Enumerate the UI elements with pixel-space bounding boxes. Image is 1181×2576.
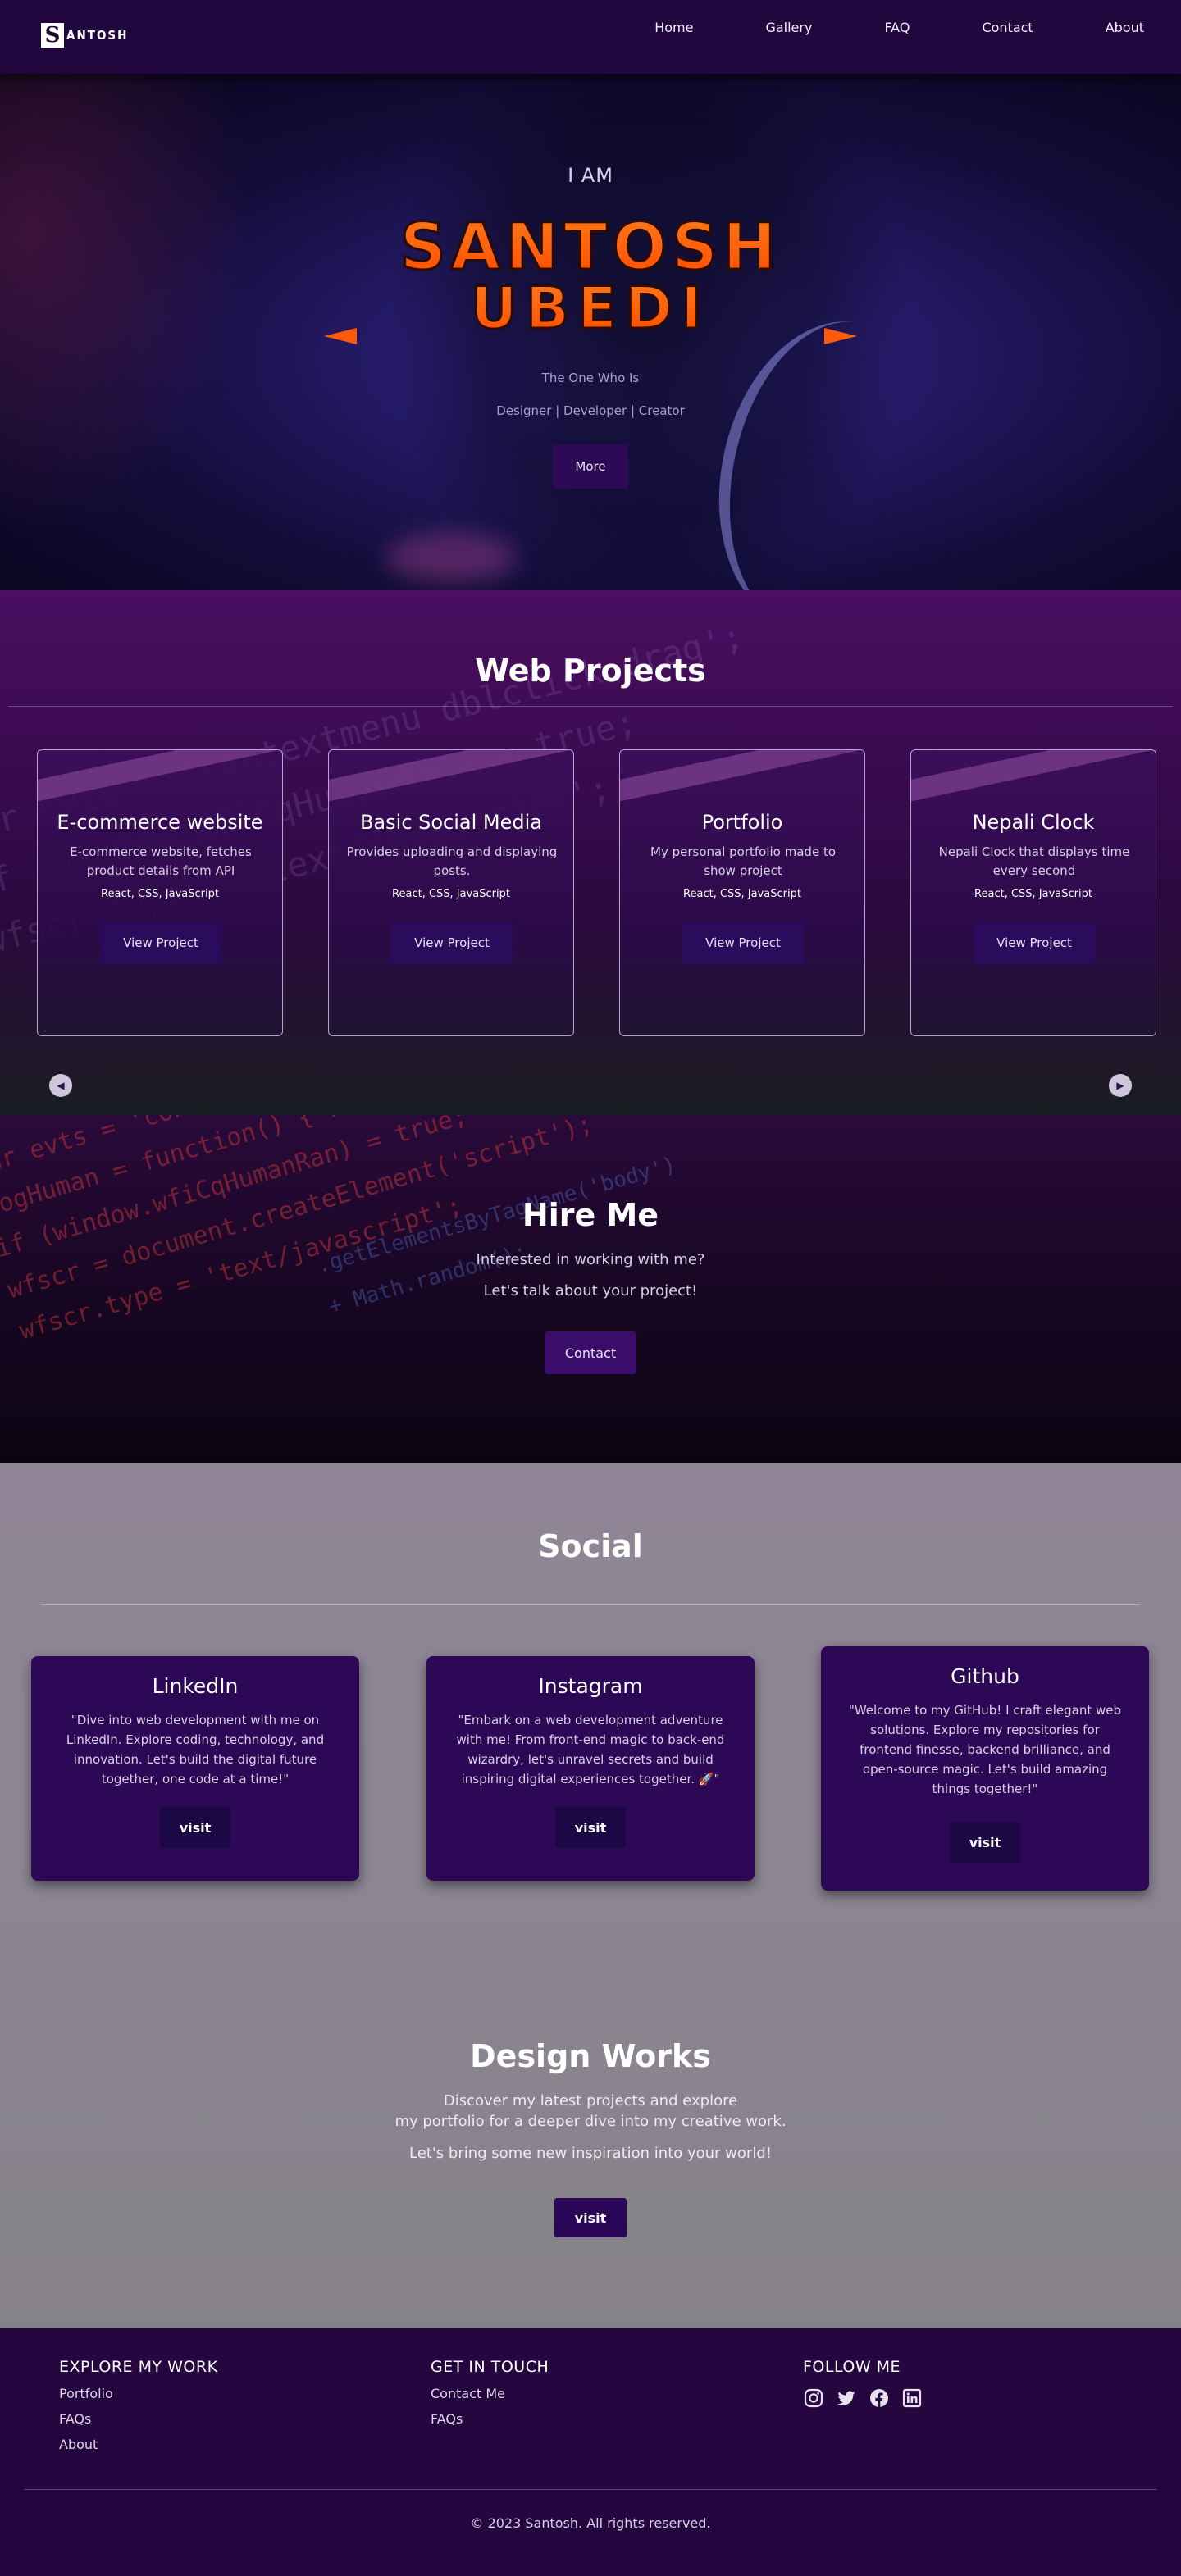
project-title: Portfolio (701, 811, 783, 834)
linkedin-visit-button[interactable]: visit (160, 1807, 230, 1848)
nav-link-home[interactable]: Home (654, 20, 693, 35)
github-visit-button[interactable]: visit (950, 1822, 1020, 1863)
logo-text: ANTOSH (66, 28, 129, 43)
hero-title-line2: UBEDI (471, 275, 710, 342)
project-title: Basic Social Media (359, 811, 543, 834)
social-card-text: "Embark on a web development adventure w… (456, 1713, 725, 1786)
navbar: S ANTOSH Home Gallery FAQ Contact About (0, 0, 1181, 74)
card-stripe (911, 750, 1156, 808)
nav-links: Home Gallery FAQ Contact About (582, 20, 1144, 35)
social-card-instagram: Instagram "Embark on a web development a… (426, 1656, 755, 1881)
hire-me-section: var evts = 'contextmenu dblclick drag dr… (0, 1115, 1181, 1463)
footer-divider (25, 2489, 1156, 2490)
hero-section: I AM SANTOSH UBEDI The One Who Is Design… (0, 74, 1181, 590)
project-tech: React, CSS, JavaScript (392, 888, 510, 900)
web-projects-section: var evts = 'contextmenu dblclick drag'; … (0, 590, 1181, 1115)
social-card-github: Github "Welcome to my GitHub! I craft el… (821, 1646, 1149, 1891)
project-description: My personal portfolio made to show proje… (650, 844, 836, 878)
project-tech: React, CSS, JavaScript (101, 888, 219, 900)
projects-heading: Web Projects (475, 653, 706, 689)
nav-link-contact[interactable]: Contact (982, 20, 1033, 35)
design-line-2: my portfolio for a deeper dive into my c… (394, 2113, 787, 2130)
social-card-title: LinkedIn (152, 1674, 239, 1698)
social-divider (41, 1604, 1140, 1605)
instagram-icon[interactable] (803, 2387, 824, 2409)
card-stripe (38, 750, 282, 808)
view-project-button[interactable]: View Project (682, 922, 804, 963)
footer-heading: EXPLORE MY WORK (59, 2358, 218, 2376)
project-title: Nepali Clock (972, 811, 1095, 834)
project-tech: React, CSS, JavaScript (974, 888, 1092, 900)
project-description: Nepali Clock that displays time every se… (938, 844, 1130, 878)
facebook-icon[interactable] (869, 2387, 890, 2409)
design-visit-button[interactable]: visit (554, 2198, 627, 2237)
project-card-portfolio: Portfolio My personal portfolio made to … (619, 749, 865, 1036)
more-button[interactable]: More (553, 444, 628, 489)
linkedin-icon[interactable] (901, 2387, 923, 2409)
hero-background-glow (385, 533, 517, 582)
footer-heading: GET IN TOUCH (431, 2358, 549, 2376)
footer-explore-column: EXPLORE MY WORK Portfolio FAQs About (59, 2358, 218, 2452)
carousel-prev-icon[interactable]: ◀ (49, 1074, 72, 1097)
footer-link-faqs[interactable]: FAQs (59, 2411, 218, 2427)
card-stripe (329, 750, 573, 808)
twitter-icon[interactable] (836, 2387, 857, 2409)
design-line-3: Let's bring some new inspiration into yo… (409, 2145, 772, 2162)
project-card-social-media: Basic Social Media Provides uploading an… (328, 749, 574, 1036)
carousel-next-icon[interactable]: ▶ (1109, 1074, 1132, 1097)
hero-roles: Designer | Developer | Creator (496, 403, 685, 418)
site-logo[interactable]: S ANTOSH (41, 23, 128, 48)
project-description: E-commerce website, fetches product deta… (70, 844, 252, 878)
contact-button[interactable]: Contact (545, 1331, 636, 1374)
project-description: Provides uploading and displaying posts. (346, 844, 558, 878)
hire-line-1: Interested in working with me? (476, 1251, 705, 1268)
social-heading: Social (538, 1528, 643, 1564)
footer-heading: FOLLOW ME (803, 2358, 901, 2376)
card-stripe (620, 750, 864, 808)
footer-link-portfolio[interactable]: Portfolio (59, 2386, 218, 2401)
projects-divider (8, 706, 1173, 707)
view-project-button[interactable]: View Project (100, 922, 221, 963)
logo-mark: S (41, 23, 64, 48)
nav-link-faq[interactable]: FAQ (884, 20, 910, 35)
social-card-linkedin: LinkedIn "Dive into web development with… (31, 1656, 359, 1881)
project-title: E-commerce website (57, 811, 263, 834)
social-card-text: "Dive into web development with me on Li… (66, 1713, 325, 1786)
footer-link-faqs[interactable]: FAQs (431, 2411, 549, 2427)
nav-link-about[interactable]: About (1106, 20, 1144, 35)
hire-heading: Hire Me (522, 1197, 659, 1233)
social-card-title: Instagram (538, 1674, 643, 1698)
copyright-text: © 2023 Santosh. All rights reserved. (470, 2515, 711, 2531)
hero-subtitle: The One Who Is (541, 371, 640, 385)
project-tech: React, CSS, JavaScript (683, 888, 801, 900)
view-project-button[interactable]: View Project (391, 922, 513, 963)
project-card-ecommerce: E-commerce website E-commerce website, f… (37, 749, 283, 1036)
footer-social-icons (803, 2387, 923, 2409)
hero-pre-title: I AM (568, 164, 613, 187)
nav-link-gallery[interactable]: Gallery (765, 20, 812, 35)
project-card-nepali-clock: Nepali Clock Nepali Clock that displays … (910, 749, 1156, 1036)
social-card-text: "Welcome to my GitHub! I craft elegant w… (848, 1703, 1122, 1796)
footer: EXPLORE MY WORK Portfolio FAQs About GET… (0, 2328, 1181, 2576)
hero-title-line1: SANTOSH (400, 211, 782, 284)
footer-follow-column: FOLLOW ME (803, 2358, 923, 2409)
hire-line-2: Let's talk about your project! (483, 1282, 698, 1299)
instagram-visit-button[interactable]: visit (555, 1807, 626, 1848)
design-works-heading: Design Works (470, 2038, 711, 2074)
footer-link-contact-me[interactable]: Contact Me (431, 2386, 549, 2401)
social-design-section: Social LinkedIn "Dive into web developme… (0, 1463, 1181, 2328)
social-card-title: Github (951, 1664, 1019, 1688)
design-line-1: Discover my latest projects and explore (443, 2092, 738, 2109)
footer-contact-column: GET IN TOUCH Contact Me FAQs (431, 2358, 549, 2427)
hero-title-logo: SANTOSH UBEDI (324, 210, 857, 344)
view-project-button[interactable]: View Project (974, 922, 1095, 963)
footer-link-about[interactable]: About (59, 2437, 218, 2452)
